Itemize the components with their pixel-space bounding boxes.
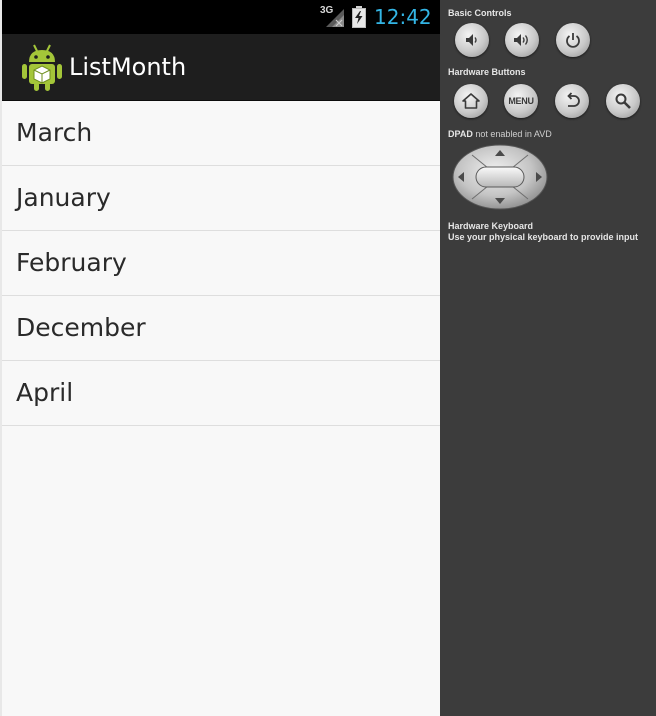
list-item-month[interactable]: February bbox=[2, 231, 440, 296]
back-icon bbox=[563, 92, 581, 110]
signal-icon: 3G bbox=[318, 5, 346, 29]
clock: 12:42 bbox=[374, 5, 432, 29]
app-title: ListMonth bbox=[69, 53, 187, 81]
volume-down-button[interactable] bbox=[455, 23, 489, 57]
android-app-icon[interactable] bbox=[20, 42, 64, 92]
volume-up-icon bbox=[512, 31, 532, 49]
list-item-month[interactable]: December bbox=[2, 296, 440, 361]
battery-charging-icon bbox=[352, 6, 366, 28]
dpad-label-bold: DPAD bbox=[448, 129, 473, 139]
emulator-control-panel: Basic Controls Hardware Buttons MENU DPA… bbox=[440, 0, 656, 716]
menu-button-label: MENU bbox=[508, 96, 534, 106]
basic-controls-label: Basic Controls bbox=[448, 8, 512, 18]
dpad-label: DPAD not enabled in AVD bbox=[448, 129, 552, 140]
home-button[interactable] bbox=[454, 84, 488, 118]
network-type-label: 3G bbox=[320, 5, 334, 16]
home-icon bbox=[461, 92, 481, 110]
device-screen: 3G 12:42 ListMonth March January Februar… bbox=[0, 0, 440, 716]
dpad[interactable] bbox=[452, 144, 548, 210]
hardware-keyboard-hint: Use your physical keyboard to provide in… bbox=[448, 232, 639, 242]
search-button[interactable] bbox=[606, 84, 640, 118]
menu-button[interactable]: MENU bbox=[504, 84, 538, 118]
power-icon bbox=[564, 31, 582, 49]
search-icon bbox=[614, 92, 632, 110]
status-bar: 3G 12:42 bbox=[2, 0, 440, 34]
hardware-buttons-label: Hardware Buttons bbox=[448, 67, 526, 77]
hardware-keyboard-label: Hardware Keyboard bbox=[448, 221, 534, 231]
back-button[interactable] bbox=[555, 84, 589, 118]
power-button[interactable] bbox=[556, 23, 590, 57]
volume-down-icon bbox=[463, 31, 481, 49]
dpad-label-note: not enabled in AVD bbox=[475, 129, 552, 139]
list-item-month[interactable]: January bbox=[2, 166, 440, 231]
volume-up-button[interactable] bbox=[505, 23, 539, 57]
action-bar: ListMonth bbox=[2, 34, 440, 101]
month-list: March January February December April bbox=[2, 101, 440, 426]
list-item-month[interactable]: April bbox=[2, 361, 440, 426]
list-item-month[interactable]: March bbox=[2, 101, 440, 166]
